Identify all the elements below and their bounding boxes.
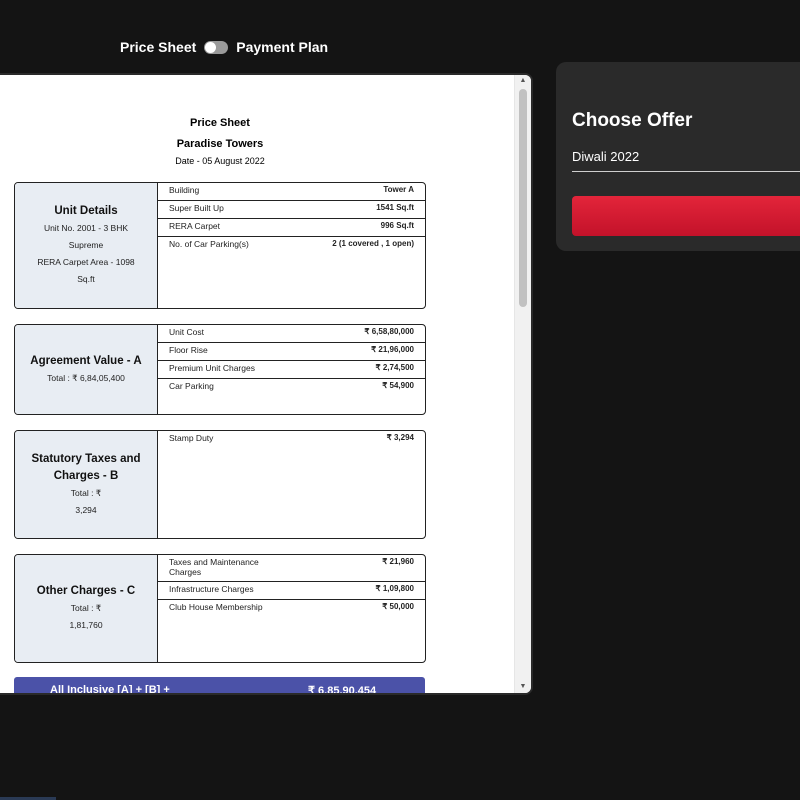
- total-value: ₹ 6,85,90,454: [308, 685, 377, 693]
- section-sub: Total : ₹: [70, 487, 102, 498]
- row-label: RERA Carpet: [169, 221, 221, 231]
- unit-details-section: Unit Details Unit No. 2001 - 3 BHK Supre…: [14, 182, 426, 309]
- offer-title: Choose Offer: [572, 110, 693, 131]
- row-label: Floor Rise: [169, 345, 208, 355]
- doc-date: Date - 05 August 2022: [175, 156, 265, 166]
- row-value: Tower A: [383, 185, 414, 194]
- section-title: Statutory Taxes and Charges - B: [31, 452, 141, 482]
- row-value: ₹ 1,09,800: [375, 584, 414, 593]
- apply-offer-button[interactable]: [572, 196, 800, 236]
- section-sub: Total : ₹ 6,84,05,400: [47, 372, 125, 383]
- table-row: Infrastructure Charges ₹ 1,09,800: [158, 582, 425, 600]
- view-switch[interactable]: [204, 40, 229, 54]
- statutory-taxes-section: Statutory Taxes and Charges - B Total : …: [14, 430, 426, 539]
- scroll-thumb[interactable]: [519, 89, 527, 307]
- row-label: Premium Unit Charges: [169, 363, 255, 373]
- section-rows: Building Tower A Super Built Up 1541 Sq.ft…: [158, 183, 425, 308]
- offer-selected-value: Diwali 2022: [572, 149, 640, 164]
- section-title: Unit Details: [54, 205, 118, 217]
- other-charges-section: Other Charges - C Total : ₹ 1,81,760 Tax…: [14, 554, 426, 663]
- price-sheet-label[interactable]: Price Sheet: [120, 39, 196, 55]
- switch-knob: [205, 41, 217, 53]
- row-label: Taxes and Maintenance Charges: [169, 557, 259, 577]
- section-sub: RERA Carpet Area - 1098: [37, 257, 135, 267]
- row-label: Car Parking: [169, 381, 214, 391]
- document-scrollbar[interactable]: ▲ ▼: [514, 75, 531, 693]
- total-label: All Inclusive [A] + [B] +: [50, 684, 170, 693]
- price-sheet-viewer: Price Sheet Paradise Towers Date - 05 Au…: [0, 75, 531, 693]
- row-value: ₹ 50,000: [382, 602, 414, 611]
- section-summary: Agreement Value - A Total : ₹ 6,84,05,40…: [15, 325, 158, 414]
- scroll-up-arrow-icon[interactable]: ▲: [515, 75, 531, 87]
- row-label: No. of Car Parking(s): [169, 239, 249, 249]
- scroll-down-arrow-icon[interactable]: ▼: [515, 681, 531, 693]
- table-row: RERA Carpet 996 Sq.ft: [158, 219, 425, 237]
- section-sub: Unit No. 2001 - 3 BHK: [43, 223, 129, 233]
- row-value: ₹ 6,58,80,000: [364, 327, 414, 336]
- row-label: Super Built Up: [169, 203, 224, 213]
- section-sub: Sq.ft: [77, 274, 95, 284]
- row-label: Unit Cost: [169, 327, 204, 337]
- section-rows: Stamp Duty ₹ 3,294: [158, 431, 425, 538]
- table-row: Taxes and Maintenance Charges ₹ 21,960: [158, 555, 425, 582]
- table-row: Floor Rise ₹ 21,96,000: [158, 343, 425, 361]
- table-row: No. of Car Parking(s) 2 (1 covered , 1 op…: [158, 237, 425, 255]
- section-sub: 1,81,760: [69, 620, 103, 630]
- doc-title: Price Sheet: [190, 117, 250, 129]
- row-value: ₹ 3,294: [386, 433, 414, 442]
- table-row: Premium Unit Charges ₹ 2,74,500: [158, 361, 425, 379]
- section-title: Other Charges - C: [36, 585, 136, 597]
- row-label: Club House Membership: [169, 602, 263, 612]
- row-value: ₹ 2,74,500: [375, 363, 414, 372]
- row-value: 2 (1 covered , 1 open): [332, 239, 414, 248]
- price-sheet-document: Price Sheet Paradise Towers Date - 05 Au…: [0, 75, 515, 693]
- section-title: Agreement Value - A: [30, 354, 142, 367]
- section-sub: Total : ₹: [70, 603, 102, 613]
- row-value: ₹ 21,960: [382, 557, 414, 566]
- table-row: Super Built Up 1541 Sq.ft: [158, 201, 425, 219]
- section-summary: Unit Details Unit No. 2001 - 3 BHK Supre…: [15, 183, 158, 308]
- section-summary: Other Charges - C Total : ₹ 1,81,760: [15, 555, 158, 662]
- row-label: Infrastructure Charges: [169, 584, 254, 594]
- row-value: ₹ 21,96,000: [371, 345, 414, 354]
- view-toggle: Price Sheet Payment Plan: [120, 39, 328, 55]
- row-label: Building: [169, 185, 200, 195]
- section-sub: 3,294: [75, 504, 97, 515]
- table-row: Club House Membership ₹ 50,000: [158, 600, 425, 618]
- row-value: ₹ 54,900: [382, 381, 414, 390]
- row-value: 1541 Sq.ft: [376, 203, 414, 212]
- table-row: Unit Cost ₹ 6,58,80,000: [158, 325, 425, 343]
- table-row: Stamp Duty ₹ 3,294: [158, 431, 425, 449]
- section-sub: Supreme: [68, 240, 104, 250]
- section-rows: Unit Cost ₹ 6,58,80,000 Floor Rise ₹ 21,96…: [158, 325, 425, 414]
- row-value: 996 Sq.ft: [380, 221, 414, 230]
- doc-project-name: Paradise Towers: [176, 138, 264, 150]
- all-inclusive-total-bar: All Inclusive [A] + [B] + ₹ 6,85,90,454: [14, 677, 425, 693]
- section-summary: Statutory Taxes and Charges - B Total : …: [15, 431, 158, 538]
- offer-select[interactable]: Diwali 2022: [572, 146, 800, 172]
- choose-offer-panel: Choose Offer Diwali 2022: [556, 62, 800, 251]
- section-rows: Taxes and Maintenance Charges ₹ 21,960 In…: [158, 555, 425, 662]
- agreement-value-section: Agreement Value - A Total : ₹ 6,84,05,40…: [14, 324, 426, 415]
- payment-plan-label[interactable]: Payment Plan: [236, 39, 328, 55]
- row-label: Stamp Duty: [169, 433, 214, 443]
- table-row: Car Parking ₹ 54,900: [158, 379, 425, 397]
- table-row: Building Tower A: [158, 183, 425, 201]
